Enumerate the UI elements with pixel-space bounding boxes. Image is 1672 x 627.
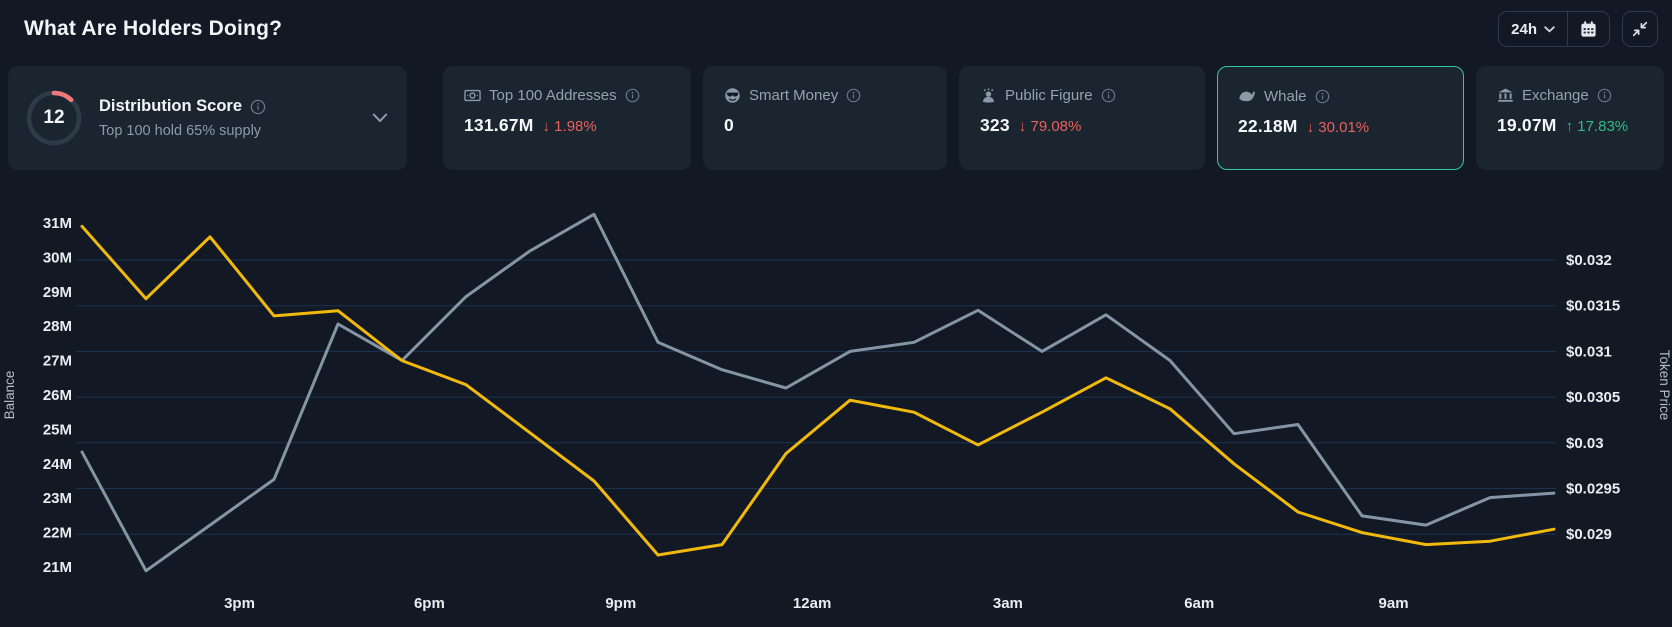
timeframe-group: 24h (1498, 11, 1610, 47)
info-icon[interactable] (625, 88, 640, 103)
caret-down-icon (1544, 25, 1555, 33)
stat-label: Public Figure (1005, 87, 1093, 104)
page-title: What Are Holders Doing? (24, 17, 283, 40)
left-axis-tick: 31M (43, 215, 72, 232)
right-axis-tick: $0.0305 (1566, 389, 1620, 406)
left-axis-tick: 30M (43, 249, 72, 266)
x-axis-tick: 6pm (414, 595, 445, 612)
left-axis-tick: 26M (43, 387, 72, 404)
banknote-icon (464, 87, 481, 104)
info-icon[interactable] (1597, 88, 1612, 103)
calendar-icon (1579, 20, 1598, 39)
right-axis-tick: $0.0315 (1566, 298, 1620, 315)
stat-card-exchange[interactable]: Exchange 19.07M ↑ 17.83% (1476, 66, 1664, 170)
stat-card-top-100-addresses[interactable]: Top 100 Addresses 131.67M ↓ 1.98% (443, 66, 691, 170)
panel-header: What Are Holders Doing? 24h (0, 0, 1672, 56)
distribution-score-value: 12 (43, 107, 65, 128)
x-axis-tick: 3am (993, 595, 1023, 612)
stat-change: ↑ 17.83% (1565, 118, 1629, 135)
stat-card-smart-money[interactable]: Smart Money 0 (703, 66, 947, 170)
stat-label: Whale (1264, 87, 1307, 105)
right-axis-tick: $0.029 (1566, 526, 1612, 543)
stat-card-public-figure[interactable]: Public Figure 323 ↓ 79.08% (959, 66, 1205, 170)
stat-value: 323 (980, 115, 1010, 135)
left-axis-tick: 21M (43, 559, 72, 576)
holders-panel: What Are Holders Doing? 24h 12 Distribut… (0, 0, 1672, 627)
stat-label: Exchange (1522, 87, 1589, 104)
x-axis-tick: 9pm (605, 595, 636, 612)
left-axis-tick: 22M (43, 525, 72, 542)
balance-line[interactable] (80, 224, 1556, 557)
x-axis-tick: 6am (1184, 595, 1214, 612)
stat-label: Top 100 Addresses (489, 87, 617, 104)
right-axis-tick: $0.03 (1566, 435, 1604, 452)
stat-change: ↓ 30.01% (1306, 119, 1370, 136)
x-axis-tick: 12am (793, 595, 831, 612)
right-axis-tick: $0.0295 (1566, 481, 1620, 498)
collapse-button[interactable] (1622, 11, 1658, 47)
left-axis-tick: 23M (43, 490, 72, 507)
distribution-score-subtitle: Top 100 hold 65% supply (99, 123, 262, 139)
balance-price-chart: 31M 30M 29M 28M 27M 26M 25M 24M 23M 22M 21M $0.032 $… (2, 212, 1672, 612)
stat-value: 19.07M (1497, 115, 1557, 135)
calendar-button[interactable] (1568, 12, 1609, 46)
right-axis-title: Token Price (1657, 350, 1672, 421)
holders-chart[interactable]: 31M 30M 29M 28M 27M 26M 25M 24M 23M 22M 21M $0.032 $… (0, 185, 1672, 627)
stat-cards-row: 12 Distribution Score Top 100 hold 65% s… (0, 66, 1672, 170)
chevron-down-icon[interactable] (372, 113, 388, 123)
stat-change: ↓ 1.98% (542, 118, 597, 135)
whale-icon (1238, 87, 1256, 105)
price-line[interactable] (80, 212, 1556, 573)
left-axis-tick: 24M (43, 456, 72, 473)
stat-label: Smart Money (749, 87, 839, 104)
stat-value: 22.18M (1238, 116, 1298, 136)
left-axis-tick: 27M (43, 353, 72, 370)
x-axis-tick: 9am (1379, 595, 1409, 612)
stat-value: 131.67M (464, 115, 534, 135)
left-axis-tick: 29M (43, 284, 72, 301)
info-icon[interactable] (846, 88, 861, 103)
stat-change: ↓ 79.08% (1018, 118, 1082, 135)
info-icon[interactable] (250, 99, 266, 115)
left-axis-tick: 25M (43, 421, 72, 438)
distribution-score-title: Distribution Score (99, 97, 243, 115)
bank-icon (1497, 87, 1514, 104)
smart-money-icon (724, 87, 741, 104)
info-icon[interactable] (1101, 88, 1116, 103)
stat-card-whale[interactable]: Whale 22.18M ↓ 30.01% (1217, 66, 1464, 170)
public-figure-icon (980, 87, 997, 104)
distribution-score-card[interactable]: 12 Distribution Score Top 100 hold 65% s… (8, 66, 407, 170)
info-icon[interactable] (1315, 89, 1330, 104)
right-axis-tick: $0.032 (1566, 252, 1612, 269)
header-controls: 24h (1498, 11, 1658, 47)
distribution-score-gauge: 12 (25, 89, 83, 147)
stat-value: 0 (724, 115, 734, 135)
right-axis-tick: $0.031 (1566, 343, 1612, 360)
left-axis-tick: 28M (43, 318, 72, 335)
collapse-icon (1631, 20, 1649, 38)
x-axis-tick: 3pm (224, 595, 255, 612)
timeframe-label: 24h (1511, 20, 1537, 38)
left-axis-title: Balance (2, 371, 17, 420)
timeframe-button[interactable]: 24h (1499, 12, 1567, 46)
